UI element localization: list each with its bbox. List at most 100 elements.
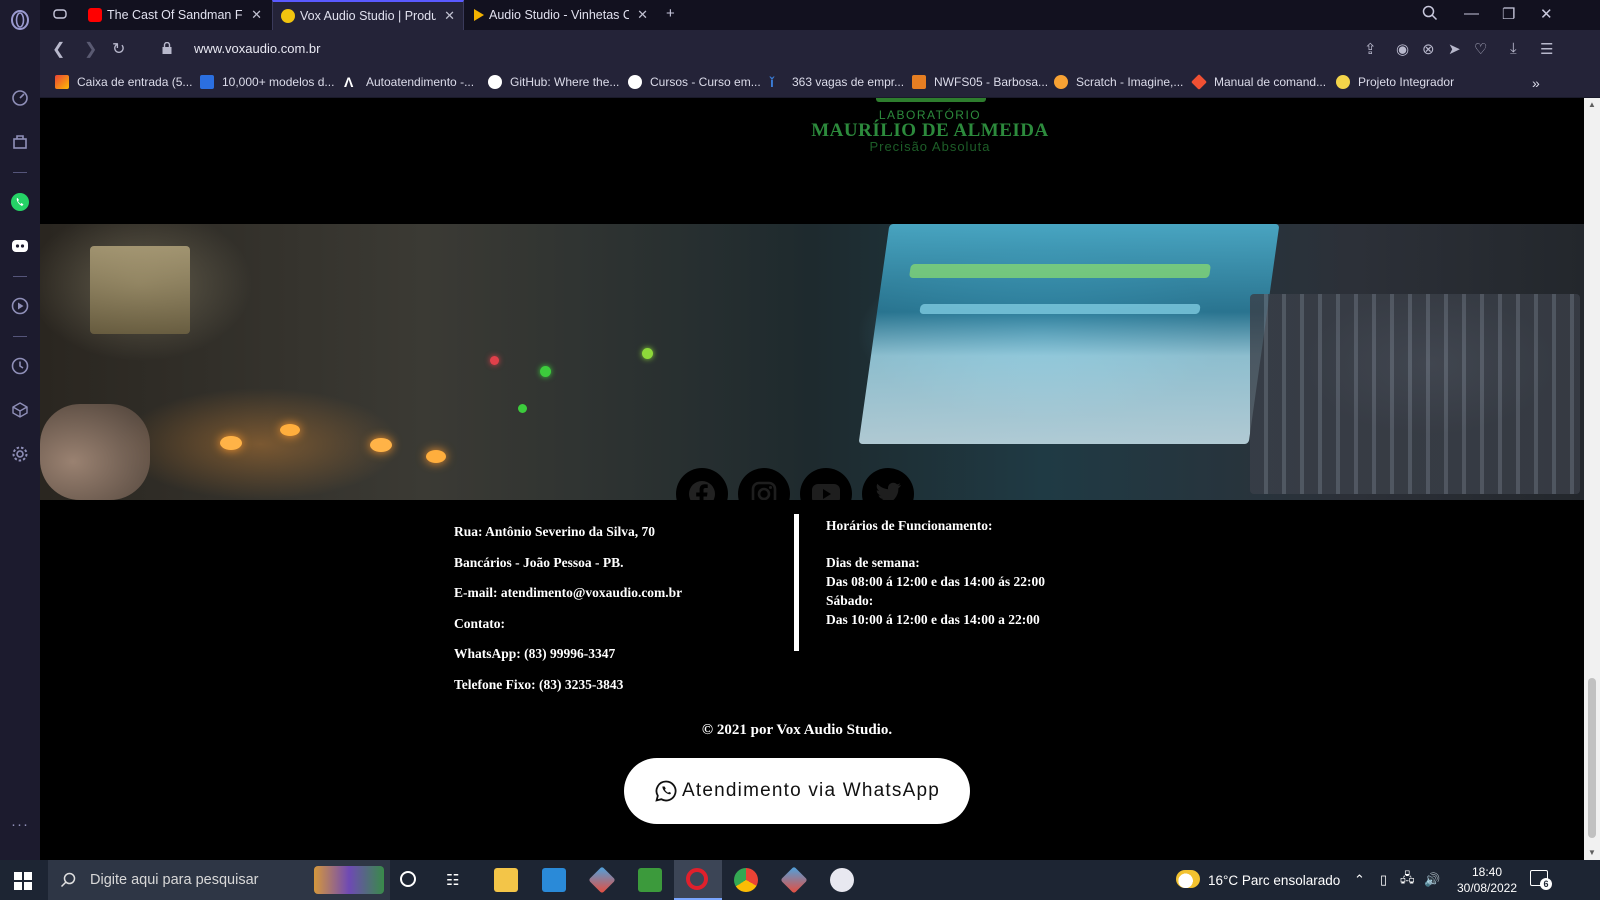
youtube-favicon-icon [88,8,102,22]
snapshot-icon[interactable]: ◉ [1396,40,1409,58]
email-text[interactable]: E-mail: atendimento@voxaudio.com.br [454,585,682,616]
bookmark-vagas[interactable]: ǐ 363 vagas de empr... [770,75,904,89]
bookmark-github[interactable]: GitHub: Where the... [488,75,619,89]
device-icon[interactable]: ▯ [1380,860,1387,900]
bookmark-nwfs05[interactable]: NWFS05 - Barbosa... [912,75,1048,89]
opera-taskbar-button[interactable] [674,860,722,900]
volume-icon[interactable]: 🔊 [1424,860,1440,900]
search-icon [60,872,76,888]
tab-sandman[interactable]: The Cast Of Sandman Finds ✕ [80,0,270,30]
opera-sidebar: ··· [0,0,40,860]
bookmark-gmail[interactable]: Caixa de entrada (5... [55,75,192,89]
daw-track [919,304,1201,314]
youtube-icon [812,484,840,500]
easy-setup-icon[interactable]: ☰ [1540,40,1553,58]
heart-icon[interactable]: ♡ [1474,40,1487,58]
share-icon[interactable]: ⇪ [1364,40,1377,58]
file-explorer-icon[interactable] [494,868,518,892]
scrollbar-thumb[interactable] [1588,678,1596,838]
search-tabs-icon[interactable] [1422,5,1438,25]
weather-icon[interactable] [1176,870,1200,888]
sidebar-divider [13,336,27,337]
extensions-icon[interactable] [10,132,30,152]
phone-text: Telefone Fixo: (83) 3235-3843 [454,676,624,692]
download-icon[interactable]: ⤓ [1510,40,1517,57]
instagram-icon [751,481,777,500]
send-icon[interactable]: ➤ [1448,40,1461,58]
bookmark-projeto[interactable]: Projeto Integrador [1336,75,1454,89]
address-block: Rua: Antônio Severino da Silva, 70 Bancá… [454,524,682,707]
tab-audio-studio[interactable]: Audio Studio - Vinhetas Ca ✕ [466,0,656,30]
bookmark-modelos[interactable]: 10,000+ modelos d... [200,75,334,89]
minimize-icon[interactable]: — [1464,5,1479,22]
forward-icon[interactable]: ❯ [84,39,97,59]
more-options-icon[interactable]: ··· [10,814,30,834]
close-tab-icon[interactable]: ✕ [637,7,648,23]
git-icon [1191,74,1207,90]
whatsapp-support-button[interactable]: Atendimento via WhatsApp [624,758,970,824]
youtube-link[interactable] [800,468,852,500]
tab-vox-audio[interactable]: Vox Audio Studio | Produto ✕ [272,0,464,30]
gitkraken-icon[interactable] [588,866,616,894]
nodejs-icon[interactable] [638,868,662,892]
console-led [490,356,499,365]
windows-start-icon[interactable] [14,872,32,895]
player-icon[interactable] [10,296,30,316]
mixing-console [1250,294,1580,494]
network-icon[interactable]: 🖧 [1400,860,1415,900]
console-led [518,404,527,413]
vscode-icon[interactable] [542,868,566,892]
twitter-link[interactable] [862,468,914,500]
adblock-icon[interactable]: ⊗ [1422,40,1435,58]
new-tab-icon[interactable]: + [666,5,675,22]
close-window-icon[interactable]: ✕ [1540,5,1553,23]
bookmarks-overflow-icon[interactable]: » [1532,75,1540,91]
git-gui-icon[interactable] [780,866,808,894]
studio-hero-image [40,224,1584,500]
opera-logo-icon[interactable] [10,10,30,30]
page-scrollbar[interactable]: ▲ ▼ [1584,98,1600,860]
logo-bar [876,98,986,102]
history-icon[interactable] [10,356,30,376]
whatsapp-icon[interactable] [10,192,30,212]
daw-track [909,264,1211,278]
play-favicon-icon [474,9,484,21]
taskbar-search-box[interactable]: Digite aqui para pesquisar [48,860,390,900]
instagram-link[interactable] [738,468,790,500]
scroll-up-icon[interactable]: ▲ [1588,100,1596,109]
bookmark-scratch[interactable]: Scratch - Imagine,... [1054,75,1183,89]
notion-icon [200,75,214,89]
tab-menu-icon[interactable] [52,6,68,26]
restore-icon[interactable]: ❐ [1502,5,1515,23]
vertical-divider [794,514,799,651]
facebook-link[interactable] [676,468,728,500]
hand-shape [40,404,150,500]
discord-icon[interactable] [10,236,30,256]
task-view-icon[interactable]: ☷ [446,871,459,889]
lock-icon[interactable] [162,42,172,54]
paint-icon[interactable] [830,868,854,892]
cortana-icon[interactable] [400,871,416,887]
back-icon[interactable]: ❮ [52,39,65,59]
tray-expand-icon[interactable]: ⌃ [1354,860,1365,900]
pin-icon: ǐ [770,74,774,90]
console-led [642,348,653,359]
saturday-label: Sábado: [826,593,874,608]
search-highlight-image [314,866,384,894]
close-tab-icon[interactable]: ✕ [444,8,455,24]
weather-text[interactable]: 16°C Parc ensolarado [1208,860,1340,900]
speed-dial-icon[interactable] [10,88,30,108]
bookmark-manual[interactable]: Manual de comand... [1191,74,1326,90]
bookmark-autoatendimento[interactable]: Λ Autoatendimento -... [344,75,474,89]
clock[interactable]: 18:40 30/08/2022 [1452,864,1522,896]
url-field[interactable]: www.voxaudio.com.br [194,41,320,56]
crypto-wallet-icon[interactable] [10,400,30,420]
reload-icon[interactable]: ↻ [112,39,125,59]
hours-title: Horários de Funcionamento: [826,518,993,533]
district-text: Bancários - João Pessoa - PB. [454,554,624,570]
chrome-icon[interactable] [734,868,758,892]
close-tab-icon[interactable]: ✕ [251,7,262,23]
settings-gear-icon[interactable] [10,444,30,464]
scroll-down-icon[interactable]: ▼ [1588,848,1596,857]
bookmark-cursos[interactable]: Cursos - Curso em... [628,75,761,89]
